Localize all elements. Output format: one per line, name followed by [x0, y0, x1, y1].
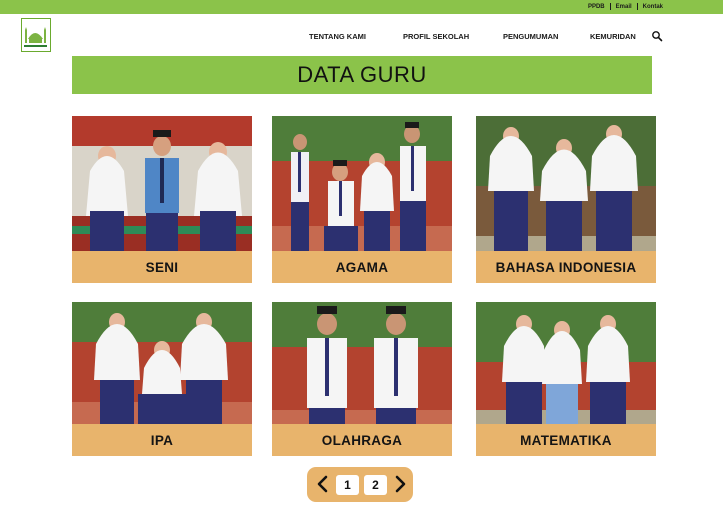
top-link-email[interactable]: Email: [616, 4, 632, 10]
card-agama[interactable]: AGAMA: [272, 116, 452, 286]
page-title-banner: DATA GURU: [72, 56, 652, 94]
card-seni[interactable]: SENI: [72, 116, 252, 286]
divider: [636, 3, 638, 10]
top-link-kontak[interactable]: Kontak: [643, 4, 663, 10]
search-icon[interactable]: [651, 30, 663, 42]
nav-tentang-kami[interactable]: TENTANG KAMI: [309, 32, 366, 41]
card-matematika[interactable]: MATEMATIKA: [476, 302, 656, 472]
page-1-button[interactable]: 1: [336, 475, 359, 495]
photo-seni: [72, 116, 252, 251]
card-label-agama: AGAMA: [272, 251, 452, 283]
main-nav: TENTANG KAMI PROFIL SEKOLAH PENGUMUMAN K…: [0, 30, 723, 44]
nav-kemuridan[interactable]: KEMURIDAN: [590, 32, 636, 41]
top-links: PPDB Email Kontak: [588, 3, 663, 10]
top-bar: PPDB Email Kontak: [0, 0, 723, 14]
page-2-button[interactable]: 2: [364, 475, 387, 495]
photo-matematika: [476, 302, 656, 437]
card-label-olahraga: OLAHRAGA: [272, 424, 452, 456]
photo-bahasa-indonesia: [476, 116, 656, 251]
photo-ipa: [72, 302, 252, 437]
chevron-left-icon[interactable]: [314, 474, 332, 494]
page-title: DATA GURU: [297, 62, 427, 87]
nav-profil-sekolah[interactable]: PROFIL SEKOLAH: [403, 32, 469, 41]
card-olahraga[interactable]: OLAHRAGA: [272, 302, 452, 472]
card-ipa[interactable]: IPA: [72, 302, 252, 472]
card-label-matematika: MATEMATIKA: [476, 424, 656, 456]
photo-agama: [272, 116, 452, 251]
nav-pengumuman[interactable]: PENGUMUMAN: [503, 32, 558, 41]
chevron-right-icon[interactable]: [391, 474, 409, 494]
divider: [609, 3, 611, 10]
pagination: 1 2: [307, 467, 413, 502]
top-link-ppdb[interactable]: PPDB: [588, 4, 605, 10]
card-label-seni: SENI: [72, 251, 252, 283]
photo-olahraga: [272, 302, 452, 437]
card-label-ipa: IPA: [72, 424, 252, 456]
card-bahasa-indonesia[interactable]: BAHASA INDONESIA: [476, 116, 656, 286]
card-label-bahasa-indonesia: BAHASA INDONESIA: [476, 251, 656, 283]
